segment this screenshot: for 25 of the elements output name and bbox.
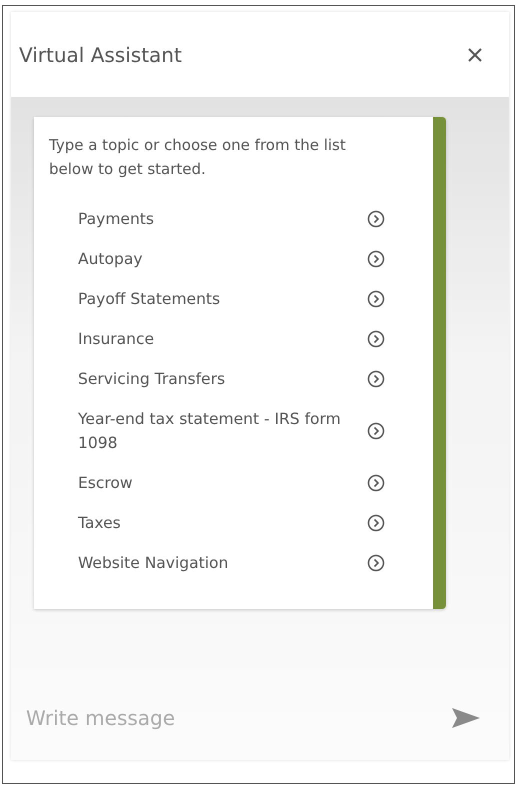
chevron-circle-icon xyxy=(367,474,385,492)
chevron-circle-icon xyxy=(367,514,385,532)
topic-item[interactable]: Escrow xyxy=(78,463,389,503)
close-icon xyxy=(467,46,483,62)
chevron-circle-icon xyxy=(367,250,385,268)
chevron-circle-icon xyxy=(367,330,385,348)
topic-item[interactable]: Taxes xyxy=(78,503,389,543)
send-button[interactable] xyxy=(451,707,481,729)
topic-item[interactable]: Website Navigation xyxy=(78,543,389,583)
intro-text: Type a topic or choose one from the list below to get started. xyxy=(49,135,347,180)
chevron-circle-icon xyxy=(367,370,385,388)
close-button[interactable] xyxy=(467,46,483,62)
topic-item[interactable]: Payoff Statements xyxy=(78,279,389,319)
send-icon xyxy=(451,707,481,729)
topic-item[interactable]: Autopay xyxy=(78,239,389,279)
window-title: Virtual Assistant xyxy=(19,42,182,66)
topic-item[interactable]: Insurance xyxy=(78,319,389,359)
message-field[interactable]: Write message xyxy=(26,706,326,730)
topic-item[interactable]: Servicing Transfers xyxy=(78,359,389,399)
chevron-circle-icon xyxy=(367,290,385,308)
topic-item[interactable]: Year-end tax statement - IRS form 1098 xyxy=(78,399,389,463)
chevron-circle-icon xyxy=(367,554,385,572)
chevron-circle-icon xyxy=(367,210,385,228)
topic-item[interactable]: Payments xyxy=(78,199,389,239)
chevron-circle-icon xyxy=(367,422,385,440)
